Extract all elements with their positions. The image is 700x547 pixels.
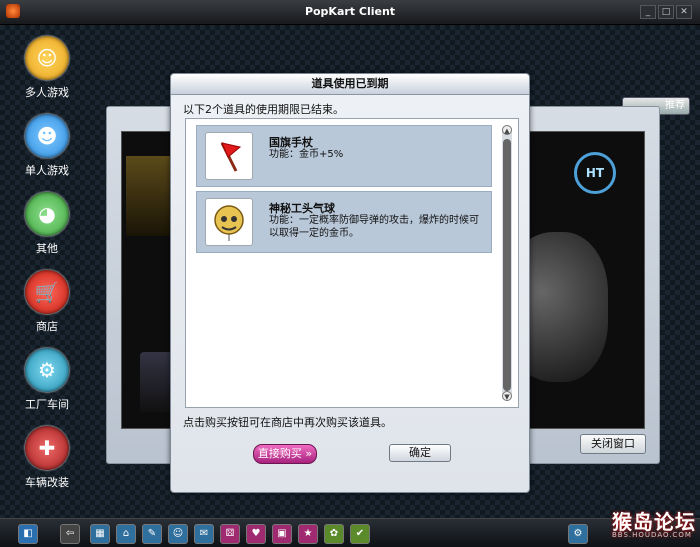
sidebar-item-multiplayer[interactable]: ☺ 多人游戏 (14, 36, 80, 100)
taskbar: ◧ ⇦ ▦ ⌂ ✎ ☺ ✉ ⚄ ♥ ▣ ★ ✿ ✔ ⚙ (0, 518, 700, 547)
settings-icon[interactable]: ⚙ (568, 524, 588, 544)
scroll-up-icon[interactable]: ▲ (502, 125, 512, 135)
scroll-thumb[interactable] (503, 139, 511, 391)
sidebar-item-label: 其他 (36, 242, 58, 255)
sidebar-item-label: 单人游戏 (25, 164, 69, 177)
book-icon[interactable]: ▣ (272, 524, 292, 544)
other-icon: ◕ (25, 192, 69, 236)
forum-watermark: 猴岛论坛 BBS.HOUDAO.COM (612, 506, 696, 539)
buy-now-button[interactable]: 直接购买 » (253, 444, 317, 464)
sidebar-item-shop[interactable]: 🛒 商店 (14, 270, 80, 334)
list-item[interactable]: 神秘工头气球 功能：一定概率防御导弹的攻击，爆炸的时候可以取得一定的金币。 (196, 191, 492, 253)
windows-start-icon[interactable]: ◧ (18, 524, 38, 544)
chat-icon[interactable]: ✿ (324, 524, 344, 544)
list-item[interactable]: 国旗手杖 功能：金币+5% (196, 125, 492, 187)
watermark-url: BBS.HOUDAO.COM (612, 531, 692, 539)
factory-icon: ⚙ (25, 348, 69, 392)
sidebar-item-other[interactable]: ◕ 其他 (14, 192, 80, 256)
back-icon[interactable]: ⇦ (60, 524, 80, 544)
wrench-icon: ✚ (25, 426, 69, 470)
dialog-note: 点击购买按钮可在商店中再次购买该道具。 (183, 416, 392, 429)
gift-icon[interactable]: ✉ (194, 524, 214, 544)
title-bar: PopKart Client _ □ ✕ (0, 0, 700, 25)
shop-cart-icon: 🛒 (25, 270, 69, 314)
close-button[interactable]: ✕ (676, 5, 692, 19)
tools-icon[interactable]: ✎ (142, 524, 162, 544)
maximize-button[interactable]: □ (658, 5, 674, 19)
multiplayer-icon: ☺ (25, 36, 69, 80)
item-desc: 功能：金币+5% (269, 149, 344, 160)
sidebar-item-label: 车辆改装 (25, 476, 69, 489)
red-flag-icon (205, 132, 253, 180)
sidebar-item-tuning[interactable]: ✚ 车辆改装 (14, 426, 80, 490)
close-window-button[interactable]: 关闭窗口 (580, 434, 646, 454)
sidebar-item-label: 多人游戏 (25, 86, 69, 99)
dialog-title: 道具使用已到期 (171, 74, 529, 95)
dialog-subtitle: 以下2个道具的使用期限已结束。 (183, 103, 344, 116)
item-desc: 功能：一定概率防御导弹的攻击，爆炸的时候可以取得一定的金币。 (269, 215, 479, 239)
sidebar-item-label: 工厂车间 (25, 398, 69, 411)
scroll-down-icon[interactable]: ▼ (502, 391, 512, 401)
mail-icon[interactable]: ✔ (350, 524, 370, 544)
list-scrollbar[interactable]: ▲ ▼ (502, 125, 512, 401)
expired-items-dialog: 道具使用已到期 以下2个道具的使用期限已结束。 国旗手杖 功能：金币+5% 神秘… (170, 73, 530, 493)
friends-icon[interactable]: ☺ (168, 524, 188, 544)
promo-art-left (126, 156, 176, 236)
ok-button[interactable]: 确定 (389, 444, 451, 462)
ht-badge-icon: HT (574, 152, 616, 194)
home-icon[interactable]: ⌂ (116, 524, 136, 544)
window-title: PopKart Client (304, 5, 396, 18)
dice-icon[interactable]: ⚄ (220, 524, 240, 544)
expired-items-list: 国旗手杖 功能：金币+5% 神秘工头气球 功能：一定概率防御导弹的攻击，爆炸的时… (185, 118, 519, 408)
singleplayer-icon: ☻ (25, 114, 69, 158)
stars-icon[interactable]: ★ (298, 524, 318, 544)
sidebar-item-label: 商店 (36, 320, 58, 333)
minimize-button[interactable]: _ (640, 5, 656, 19)
balloon-icon (205, 198, 253, 246)
heart-icon[interactable]: ♥ (246, 524, 266, 544)
sidebar-item-singleplayer[interactable]: ☻ 单人游戏 (14, 114, 80, 178)
shop-icon[interactable]: ▦ (90, 524, 110, 544)
sidebar-item-factory[interactable]: ⚙ 工厂车间 (14, 348, 80, 412)
